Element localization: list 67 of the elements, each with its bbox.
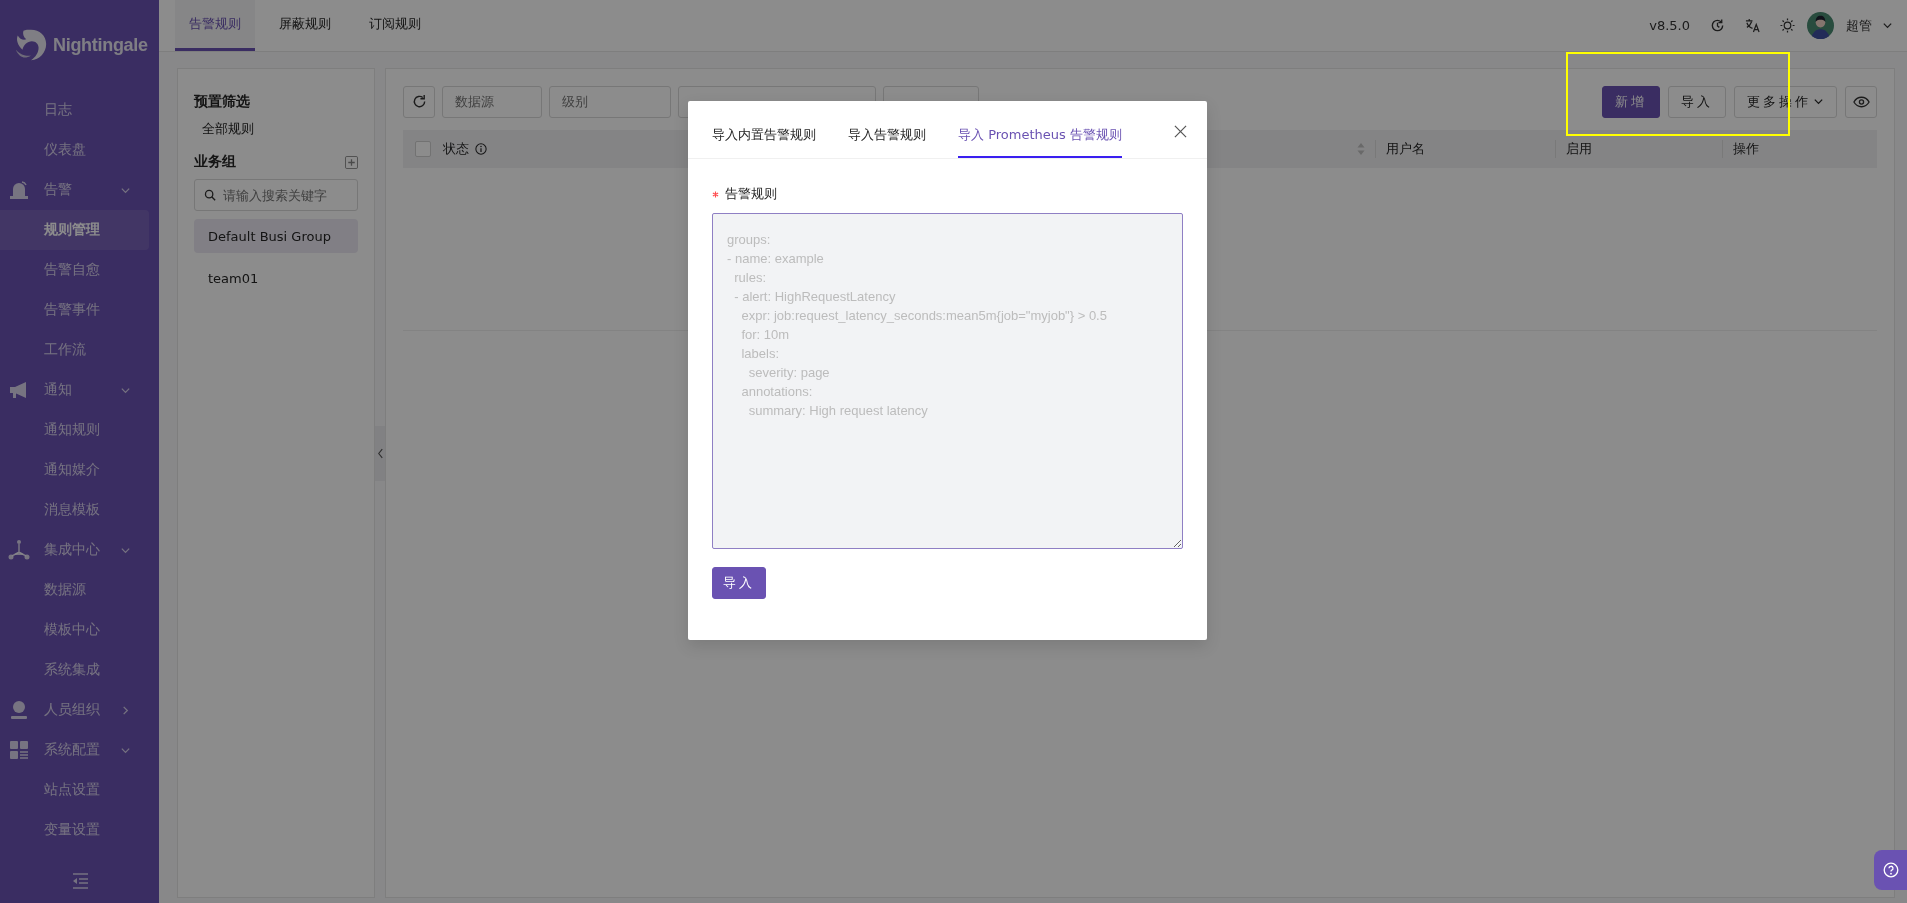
user-icon bbox=[8, 699, 30, 721]
menu-item[interactable]: 告警事件 bbox=[0, 290, 149, 330]
column-header: 用户名 bbox=[1386, 140, 1425, 158]
view-button[interactable] bbox=[1845, 85, 1877, 118]
filter-field[interactable]: 级别 bbox=[549, 85, 671, 118]
search-icon bbox=[204, 189, 216, 201]
user-menu[interactable]: 超管 bbox=[1846, 16, 1893, 35]
checkbox[interactable] bbox=[415, 141, 431, 157]
version-label: v8.5.0 bbox=[1649, 18, 1690, 33]
add-button[interactable]: 新增 bbox=[1602, 85, 1660, 118]
section-title: 预置筛选 bbox=[194, 93, 251, 111]
help-icon bbox=[1882, 862, 1899, 878]
menu-item[interactable]: 数据源 bbox=[0, 570, 149, 610]
dialog-tab[interactable]: 导入告警规则 bbox=[848, 126, 926, 158]
menu-group[interactable]: 告警 bbox=[0, 170, 159, 210]
dialog-tab[interactable]: 导入内置告警规则 bbox=[712, 126, 816, 158]
nav-tab[interactable]: 告警规则 bbox=[175, 0, 255, 51]
rules-textarea[interactable]: groups: - name: example rules: - alert: HighRequestLatency expr: job:request_latency_seconds:mean5m{job="myjob"} > 0.5 for: 10m labels: severity: page annotations: summary: High request latency bbox=[712, 213, 1183, 549]
menu-item[interactable]: 通知规则 bbox=[0, 410, 149, 450]
refresh-button[interactable] bbox=[403, 85, 435, 118]
search-field[interactable]: 请输入搜索关键字 bbox=[194, 179, 358, 211]
menu-item[interactable]: 仪表盘 bbox=[0, 130, 149, 170]
column-header: 操作 bbox=[1733, 140, 1759, 158]
menu-group[interactable]: 集成中心 bbox=[0, 530, 159, 570]
section-title: 业务组 bbox=[194, 153, 236, 171]
logo-text: Nightingale bbox=[53, 34, 148, 56]
menu-item[interactable]: 告警自愈 bbox=[0, 250, 149, 290]
column-header: 状态 bbox=[443, 140, 469, 158]
avatar-icon[interactable] bbox=[1807, 12, 1834, 39]
menu-item[interactable]: 消息模板 bbox=[0, 490, 149, 530]
group-item[interactable]: team01 bbox=[194, 261, 358, 295]
close-icon[interactable] bbox=[1174, 125, 1187, 138]
grid-icon bbox=[8, 739, 30, 761]
nav-tab[interactable]: 屏蔽规则 bbox=[265, 0, 345, 51]
menu-item[interactable]: 模板中心 bbox=[0, 610, 149, 650]
eye-icon bbox=[1852, 95, 1870, 108]
chevron-down-icon bbox=[1813, 96, 1824, 107]
sun-icon[interactable] bbox=[1780, 18, 1795, 33]
menu-item[interactable]: 工作流 bbox=[0, 330, 149, 370]
dialog-tab[interactable]: 导入 Prometheus 告警规则 bbox=[958, 126, 1122, 158]
menu-item[interactable]: 变量设置 bbox=[0, 810, 149, 850]
menu-group[interactable]: 通知 bbox=[0, 370, 159, 410]
menu-item[interactable]: 系统集成 bbox=[0, 650, 149, 690]
menu-group[interactable]: 系统配置 bbox=[0, 730, 159, 770]
menu-item[interactable]: 通知媒介 bbox=[0, 450, 149, 490]
nodes-icon bbox=[8, 539, 30, 561]
group-item[interactable]: Default Busi Group bbox=[194, 219, 358, 253]
menu-item[interactable]: 站点设置 bbox=[0, 770, 149, 810]
add-group-icon[interactable] bbox=[345, 155, 358, 169]
import-submit-button[interactable]: 导入 bbox=[712, 567, 766, 599]
chevron-left-icon bbox=[376, 447, 384, 459]
column-header: 启用 bbox=[1566, 140, 1592, 158]
collapse-menu-icon[interactable] bbox=[70, 873, 89, 889]
nav-tab[interactable]: 订阅规则 bbox=[355, 0, 435, 51]
preset-item[interactable]: 全部规则 bbox=[194, 111, 358, 147]
clock-icon[interactable] bbox=[1710, 18, 1725, 33]
help-button[interactable] bbox=[1874, 850, 1907, 890]
filter-field[interactable]: 数据源 bbox=[442, 85, 542, 118]
menu-group[interactable]: 人员组织 bbox=[0, 690, 159, 730]
field-label: 告警规则 bbox=[725, 185, 777, 203]
collapse-handle[interactable] bbox=[375, 425, 385, 481]
import-button[interactable]: 导入 bbox=[1668, 85, 1726, 118]
menu-item[interactable]: 日志 bbox=[0, 90, 149, 130]
siren-icon bbox=[8, 179, 30, 201]
translate-icon[interactable] bbox=[1745, 18, 1760, 33]
chevron-down-icon bbox=[1882, 20, 1893, 31]
refresh-icon bbox=[411, 94, 427, 109]
